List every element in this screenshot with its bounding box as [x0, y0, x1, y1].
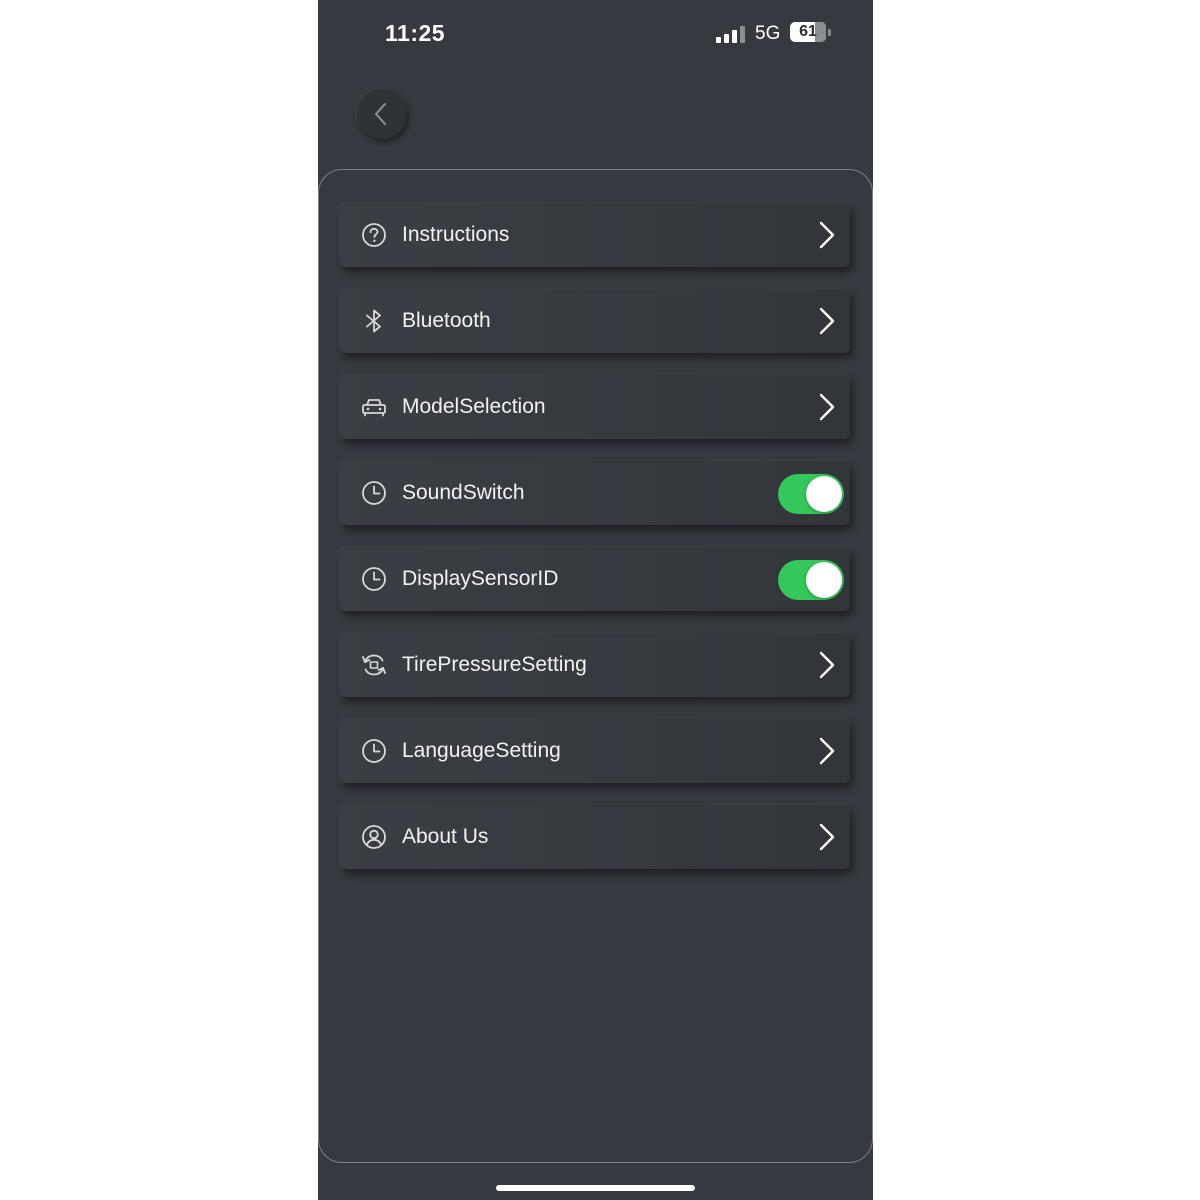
clock-icon: [362, 739, 386, 763]
clock-icon: [362, 481, 386, 505]
cellular-signal-icon: [716, 26, 745, 43]
menu-item-bluetooth[interactable]: Bluetooth: [340, 289, 850, 353]
menu-item-sound-switch: SoundSwitch: [340, 461, 850, 525]
menu-item-label: DisplaySensorID: [402, 567, 559, 590]
sync-icon: [362, 654, 386, 676]
chevron-right-icon: [819, 651, 835, 679]
menu-item-label: Bluetooth: [402, 309, 491, 332]
menu-item-instructions[interactable]: Instructions: [340, 203, 850, 267]
battery-icon: 61: [790, 22, 826, 42]
status-bar: 11:25 5G 61: [318, 0, 873, 64]
menu-item-label: About Us: [402, 825, 489, 848]
menu-item-model-selection[interactable]: ModelSelection: [340, 375, 850, 439]
user-circle-icon: [362, 825, 386, 849]
chevron-right-icon: [819, 221, 835, 249]
menu-item-tire-pressure-setting[interactable]: TirePressureSetting: [340, 633, 850, 697]
chevron-left-icon: [375, 103, 386, 125]
settings-panel: Instructions Bluetooth ModelSelection So…: [318, 169, 873, 1163]
sound-switch-toggle[interactable]: [778, 474, 844, 514]
help-circle-icon: [362, 223, 386, 247]
chevron-right-icon: [819, 737, 835, 765]
menu-item-label: TirePressureSetting: [402, 653, 587, 676]
bluetooth-icon: [366, 309, 381, 333]
menu-item-display-sensor-id: DisplaySensorID: [340, 547, 850, 611]
battery-level: 61: [799, 23, 817, 40]
battery-cap: [828, 29, 831, 36]
menu-item-about-us[interactable]: About Us: [340, 805, 850, 869]
home-indicator[interactable]: [496, 1185, 695, 1191]
toggle-knob: [806, 476, 842, 512]
menu-item-label: ModelSelection: [402, 395, 546, 418]
car-icon: [362, 399, 386, 417]
clock-icon: [362, 567, 386, 591]
menu-item-label: LanguageSetting: [402, 739, 561, 762]
chevron-right-icon: [819, 393, 835, 421]
chevron-right-icon: [819, 823, 835, 851]
phone-screen: 11:25 5G 61 Instructions Bluetooth Model…: [318, 0, 873, 1200]
menu-item-label: Instructions: [402, 223, 510, 246]
status-time: 11:25: [385, 20, 446, 46]
chevron-right-icon: [819, 307, 835, 335]
menu-item-language-setting[interactable]: LanguageSetting: [340, 719, 850, 783]
back-button[interactable]: [357, 89, 407, 139]
menu-item-label: SoundSwitch: [402, 481, 525, 504]
toggle-knob: [806, 562, 842, 598]
display-sensor-id-toggle[interactable]: [778, 560, 844, 600]
network-type: 5G: [755, 23, 781, 44]
